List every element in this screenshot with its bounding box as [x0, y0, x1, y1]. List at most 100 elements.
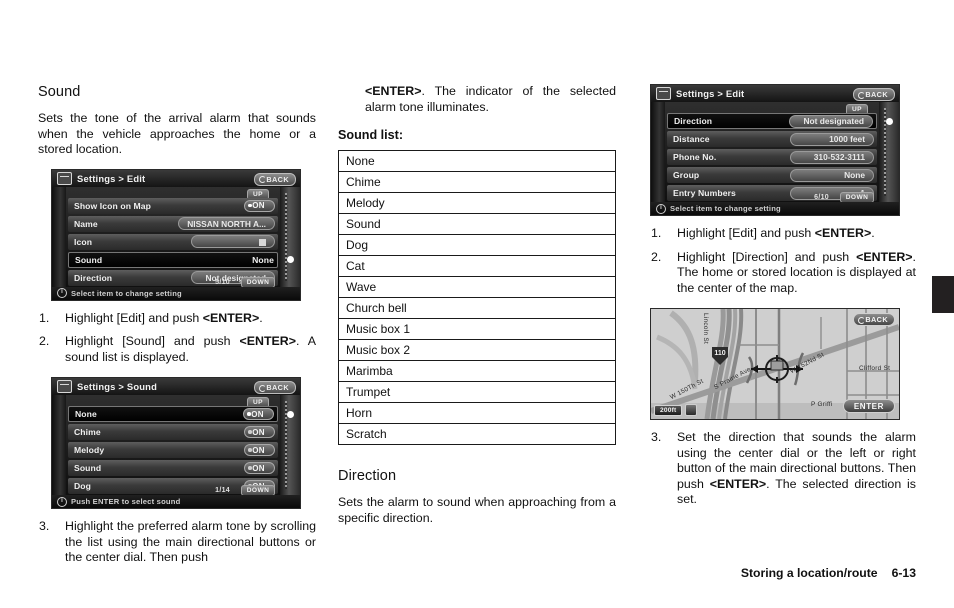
settings-row-list: Show Icon on Map ON Name NISSAN NORTH A.… [68, 197, 294, 286]
row-icon[interactable]: Icon [68, 233, 278, 250]
scrollbar-rail[interactable] [280, 186, 300, 287]
svg-text:110: 110 [714, 350, 725, 357]
direction-intro-paragraph: Sets the alarm to sound when approaching… [338, 495, 616, 525]
status-text: Select item to change setting [71, 288, 182, 298]
row-sound-sound[interactable]: Sound ON [68, 460, 278, 476]
step-item: 3. Highlight the preferred alarm tone by … [38, 519, 316, 566]
row-show-icon-on-map[interactable]: Show Icon on Map ON [68, 197, 278, 214]
scroll-up-control[interactable]: UP [835, 104, 879, 115]
step-item: 2. Highlight [Direction] and push <ENTER>… [650, 250, 916, 297]
step-text-bold: <ENTER> [202, 310, 260, 325]
status-bar: i Select item to change setting [52, 286, 300, 300]
status-text: Select item to change setting [670, 204, 781, 213]
row-label: Phone No. [673, 152, 717, 162]
nav-body: UP None ON Chime ON Melody ON Sound ON D… [52, 395, 300, 495]
sound-name-cell: Horn [338, 402, 616, 424]
map-orientation-icon[interactable] [685, 404, 698, 416]
step-text-post: . [259, 310, 263, 325]
row-value: Not designated [789, 114, 873, 128]
scroll-down-control[interactable]: DOWN [236, 485, 280, 495]
step-text-pre: Highlight [Edit] and push [677, 226, 815, 240]
sound-name-cell: Sound [338, 213, 616, 235]
table-row: Scratch [338, 423, 616, 445]
row-sound[interactable]: Sound None [68, 251, 294, 268]
row-value: 1000 feet [790, 132, 874, 146]
row-name[interactable]: Name NISSAN NORTH A... [68, 215, 278, 232]
row-toggle-on[interactable]: ON [244, 462, 275, 474]
steps-list-sound: 1. Highlight [Edit] and push <ENTER>. 2. H… [38, 311, 316, 366]
row-label: Direction [674, 116, 713, 126]
nav-title-text: Settings > Edit [676, 88, 745, 99]
column-two: <ENTER>. The indicator of the selected a… [338, 84, 616, 526]
screen-icon [57, 171, 72, 185]
step-text-bold: <ENTER> [239, 334, 296, 348]
sound-name-cell: Melody [338, 192, 616, 214]
row-distance[interactable]: Distance 1000 feet [667, 131, 877, 147]
sound-name-cell: Dog [338, 234, 616, 256]
row-sound-none[interactable]: None ON [68, 406, 294, 422]
step-text: Highlight the preferred alarm tone by sc… [65, 519, 316, 564]
page-counter: 6/10 [814, 194, 829, 201]
step-item: 1. Highlight [Edit] and push <ENTER>. [38, 311, 316, 327]
row-group[interactable]: Group None [667, 167, 877, 183]
table-row: Music box 2 [338, 339, 616, 361]
sound-intro-paragraph: Sets the tone of the arrival alarm that … [38, 111, 316, 156]
step-text-post: . [871, 226, 875, 240]
sound-section-heading: Sound [38, 84, 81, 100]
scroll-up-control[interactable]: UP [236, 397, 280, 408]
enter-button[interactable]: ENTER [842, 399, 895, 413]
row-toggle-on[interactable]: ON [244, 426, 275, 438]
back-button[interactable]: BACK [853, 88, 895, 101]
step-text-bold: <ENTER> [709, 476, 767, 491]
step-text-bold: <ENTER> [856, 249, 913, 264]
map-scale-control[interactable]: 200ft [654, 404, 698, 416]
nav-screenshot-settings-sound: Settings > Sound BACK UP None ON Chime O… [51, 377, 301, 509]
left-rail-decoration [651, 102, 665, 202]
icon-swatch [259, 238, 266, 246]
nav-body: UP Show Icon on Map ON Name NISSAN NORTH… [52, 186, 300, 287]
back-button[interactable]: BACK [254, 381, 296, 394]
page-footer: Storing a location/route 6-13 [741, 566, 916, 580]
footer-section-title: Storing a location/route [740, 566, 878, 580]
row-toggle-on[interactable]: ON [244, 444, 275, 456]
step-item: 3. Set the direction that sounds the alar… [650, 430, 916, 508]
sound-name-cell: Chime [338, 171, 616, 193]
nav-screenshot-settings-edit-2: Settings > Edit BACK UP Direction Not de… [650, 84, 900, 216]
screen-icon [656, 87, 671, 100]
column-one: Sound Sets the tone of the arrival alarm… [38, 84, 316, 566]
footer-page-number: 6-13 [891, 566, 916, 580]
step-number: 1. [651, 226, 662, 240]
sound-name-cell: Music box 1 [338, 318, 616, 340]
selection-indicator-dot [287, 256, 294, 263]
scroll-down-control[interactable]: DOWN [835, 192, 879, 202]
step-number: 2. [651, 249, 662, 264]
row-label: Name [74, 218, 98, 229]
table-row: Horn [338, 402, 616, 424]
manual-page: Sound Sets the tone of the arrival alarm… [0, 0, 954, 608]
sound-list-title: Sound list: [338, 128, 404, 142]
row-toggle-on[interactable]: ON [244, 199, 275, 212]
row-value-icon-swatch [191, 235, 275, 248]
row-toggle-on[interactable]: ON [243, 408, 274, 420]
row-phone-no[interactable]: Phone No. 310-532-3111 [667, 149, 877, 165]
row-label: Entry Numbers [673, 188, 736, 198]
row-label: Sound [75, 254, 103, 265]
scroll-up-control[interactable]: UP [236, 188, 280, 200]
direction-section-heading: Direction [338, 468, 397, 484]
column-three: Settings > Edit BACK UP Direction Not de… [650, 84, 916, 508]
info-icon: i [57, 288, 67, 298]
map-scale-label: 200ft [654, 404, 683, 416]
step-item: 1. Highlight [Edit] and push <ENTER>. [650, 226, 916, 242]
scroll-down-control[interactable]: DOWN [236, 276, 280, 287]
table-row: Trumpet [338, 381, 616, 403]
map-poi-label: P Griffi [811, 401, 833, 408]
back-button[interactable]: BACK [254, 172, 296, 186]
row-direction[interactable]: Direction Not designated [667, 113, 893, 129]
row-label: Direction [74, 272, 113, 283]
table-row: Dog [338, 234, 616, 256]
selection-indicator-dot [886, 117, 893, 125]
row-sound-chime[interactable]: Chime ON [68, 424, 278, 440]
row-sound-melody[interactable]: Melody ON [68, 442, 278, 458]
table-row: None [339, 151, 616, 172]
back-button[interactable]: BACK [853, 313, 895, 326]
